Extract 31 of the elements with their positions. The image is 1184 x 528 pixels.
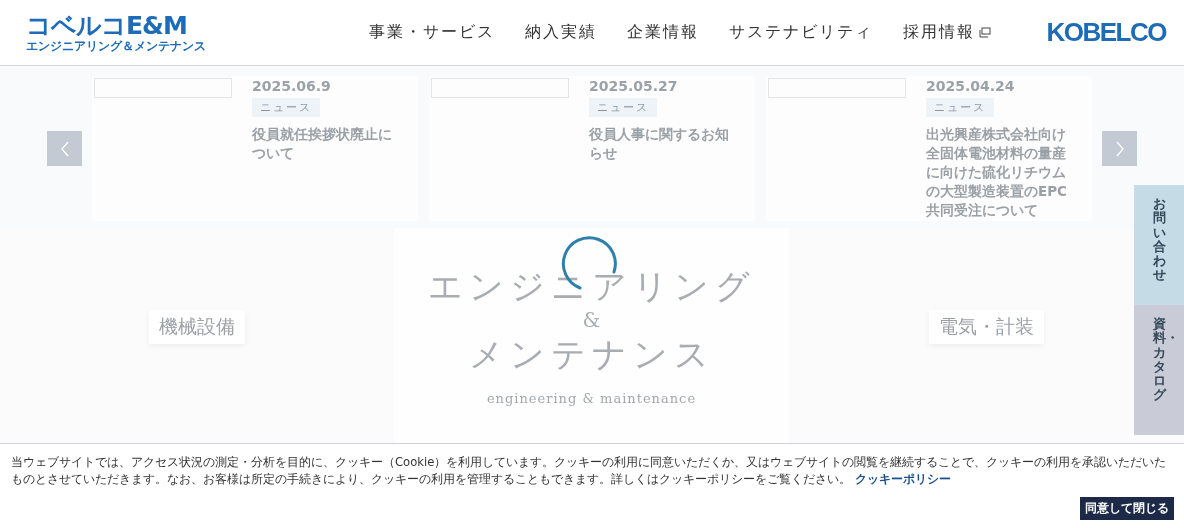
news-date: 2025.06.9 [252, 78, 332, 94]
news-title: 役員人事に関するお知らせ [589, 125, 730, 163]
nav-link[interactable]: 企業情報 [626, 22, 699, 43]
side-tab[interactable]: 資料・カタログ [1134, 305, 1184, 435]
nav-link[interactable]: 納入実績 [524, 22, 597, 43]
brand-logo[interactable]: KOBELCO [1046, 17, 1166, 48]
logo-subtitle: エンジニアリング＆メンテナンス [26, 40, 206, 52]
news-date: 2025.04.24 [926, 78, 1016, 94]
logo-text[interactable]: コベルコE&M [26, 13, 206, 38]
news-date: 2025.05.27 [589, 78, 679, 94]
nav-link[interactable]: 採用情報 [902, 22, 991, 43]
external-window-icon [978, 27, 991, 38]
news-title: 役員就任挨拶状廃止について [252, 125, 393, 163]
previous-button[interactable] [47, 131, 82, 166]
hero-title: & [582, 307, 601, 333]
nav-link[interactable]: サステナビリティ [728, 22, 873, 43]
news-category: ニュース [252, 98, 320, 117]
hero-title: エンジニアリング [427, 265, 756, 308]
news-title: 出光興産株式会社向け全固体電池材料の量産に向けた硫化リチウムの大型製造装置のEPC共同受注について [926, 125, 1069, 220]
hero-subtitle: engineering & maintenance [486, 391, 697, 406]
side-tab[interactable]: お問い合わせ [1134, 185, 1184, 305]
accept-button[interactable]: 同意して閉じる [1080, 497, 1174, 520]
hero-title: メンテナンス [468, 332, 715, 375]
cookie-policy-link[interactable]: クッキーポリシー [855, 472, 951, 487]
chevron-right-icon [1114, 140, 1125, 157]
chevron-left-icon [59, 140, 70, 157]
news-category: ニュース [926, 98, 994, 117]
next-button[interactable] [1102, 131, 1137, 166]
nav-link[interactable]: 事業・サービス [368, 22, 495, 43]
news-category: ニュース [589, 98, 657, 117]
cookie-notice: 当ウェブサイトでは、アクセス状況の測定・分析を目的に、クッキー（Cookie）を利用しています。クッキーの利用に同意いただくか、又はウェブサイトの閲覧を継続することで、クッキーの利用を承認いただいたものとさせていただきます。なお、お客様は所定の手続きにより、クッキーの利用を管理することもできます。詳しくはクッキーポリシーをご覧ください。 クッキーポリシー [11, 454, 1168, 489]
